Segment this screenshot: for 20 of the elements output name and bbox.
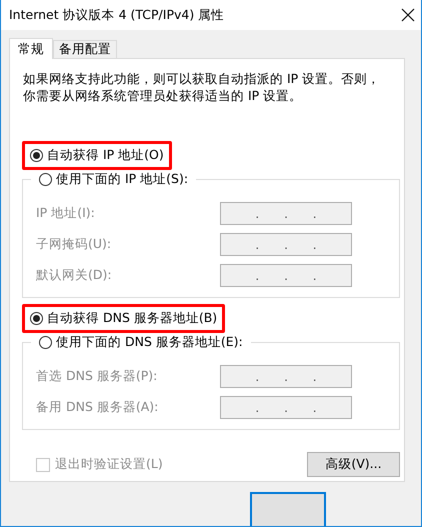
radio-option[interactable]: 自动获得 DNS 服务器地址(B)	[30, 310, 218, 327]
radio-button[interactable]	[30, 312, 43, 325]
radio-button[interactable]	[39, 173, 52, 186]
tab[interactable]: 常规	[9, 38, 53, 59]
close-icon[interactable]	[401, 8, 415, 22]
field-label: IP 地址(I):	[36, 205, 96, 222]
advanced-button[interactable]: 高级(V)...	[307, 452, 400, 477]
radio-option[interactable]: 使用下面的 IP 地址(S):	[39, 171, 188, 188]
field-label: 子网掩码(U):	[36, 236, 112, 253]
radio-button[interactable]	[30, 149, 43, 162]
field-label: 备用 DNS 服务器(A):	[36, 399, 160, 416]
radio-option[interactable]: 自动获得 IP 地址(O)	[30, 147, 164, 164]
ok-button[interactable]	[250, 492, 326, 526]
tab[interactable]: 备用配置	[53, 40, 117, 58]
radio-option[interactable]: 使用下面的 DNS 服务器地址(E):	[39, 334, 243, 351]
description-text: 如果网络支持此功能，则可以获取自动指派的 IP 设置。否则，你需要从网络系统管理员处获得适当的 IP 设置。	[23, 70, 382, 104]
window-title: Internet 协议版本 4 (TCP/IPv4) 属性	[9, 6, 224, 24]
field-label: 首选 DNS 服务器(P):	[36, 368, 158, 385]
field-label: 默认网关(D):	[36, 267, 113, 284]
radio-button[interactable]	[39, 336, 52, 349]
